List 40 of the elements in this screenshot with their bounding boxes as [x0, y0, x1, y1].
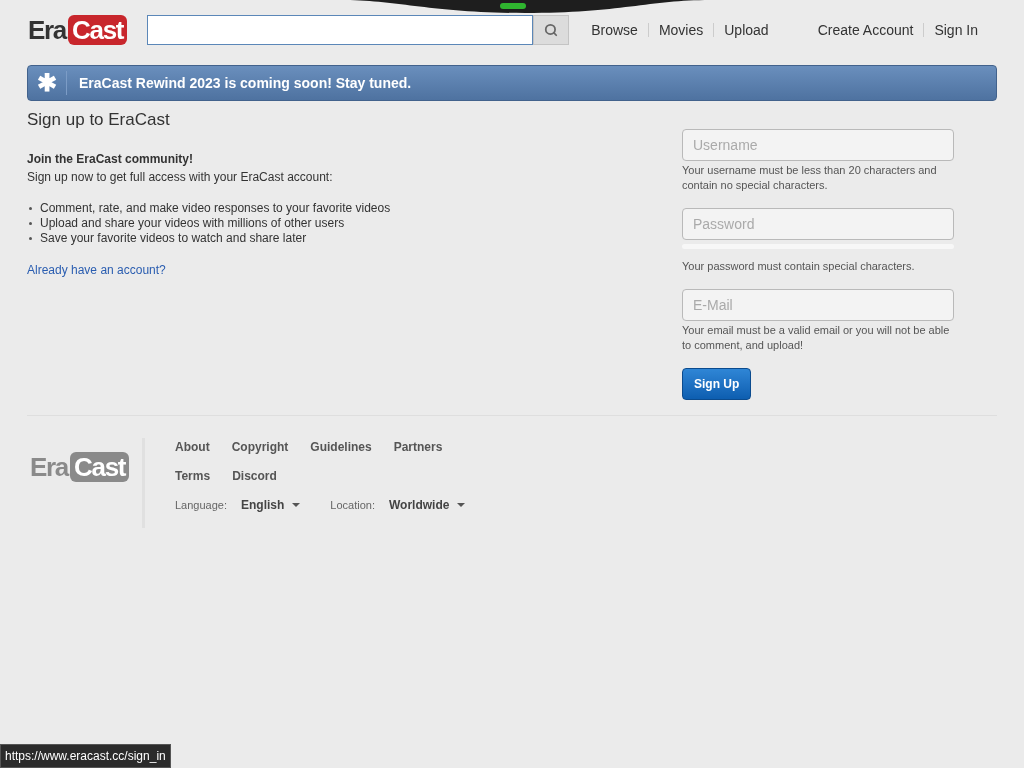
caret-icon [457, 503, 466, 507]
intro-heading: Join the EraCast community! [27, 150, 195, 168]
sign-up-button[interactable]: Sign Up [682, 368, 752, 400]
benefit-text: Upload and share your videos with millions of other users [40, 215, 345, 231]
asterisk-icon: ✱ [28, 71, 66, 95]
status-bar-url: https://www.eracast.cc/sign_in [0, 744, 171, 768]
footer-link[interactable]: About [175, 438, 210, 456]
text-field[interactable]: Username [682, 129, 954, 161]
intro-text: Sign up now to get full access with your EraCast account: [27, 168, 334, 186]
account-link[interactable]: Create Account [807, 19, 924, 41]
footer-link[interactable]: Partners [393, 438, 443, 456]
field-hint: Your username must be less than 20 characters and contain no special characters. [682, 163, 938, 193]
footer-link[interactable]: Guidelines [310, 438, 372, 456]
bullet-icon [29, 206, 32, 210]
selector-dropdown[interactable]: Worldwide [389, 496, 466, 514]
nav-link[interactable]: Upload [714, 19, 779, 41]
selector-dropdown[interactable]: English [241, 496, 301, 514]
text-field[interactable]: E-Mail [682, 289, 954, 321]
benefit-text: Save your favorite videos to watch and share later [40, 230, 307, 246]
field-hint: Your email must be a valid email or you will not be able to comment, and upload! [682, 323, 951, 353]
search-field[interactable] [147, 15, 534, 45]
field-hint: Your password must contain special characters. [682, 259, 916, 274]
footer-link[interactable]: Discord [232, 467, 277, 485]
search-button[interactable] [533, 15, 570, 45]
login-link[interactable]: Already have an account? [27, 260, 166, 279]
benefit-text: Comment, rate, and make video responses to your favorite videos [40, 200, 391, 216]
bullet-icon [29, 221, 32, 225]
banner-text: EraCast Rewind 2023 is coming soon! Stay tuned. [79, 73, 412, 93]
caret-icon [292, 503, 301, 507]
account-link[interactable]: Sign In [924, 19, 988, 41]
bullet-icon [29, 236, 32, 240]
search-icon [544, 23, 559, 37]
text-field[interactable]: Password [682, 208, 954, 240]
selector-label: Location: [330, 497, 375, 513]
footer-link[interactable]: Copyright [231, 438, 289, 456]
footer-link[interactable]: Terms [175, 467, 211, 485]
nav-link[interactable]: Movies [648, 19, 714, 41]
page-title: Sign up to EraCast [27, 109, 171, 131]
selector-label: Language: [175, 497, 227, 513]
nav-link[interactable]: Browse [581, 19, 648, 41]
